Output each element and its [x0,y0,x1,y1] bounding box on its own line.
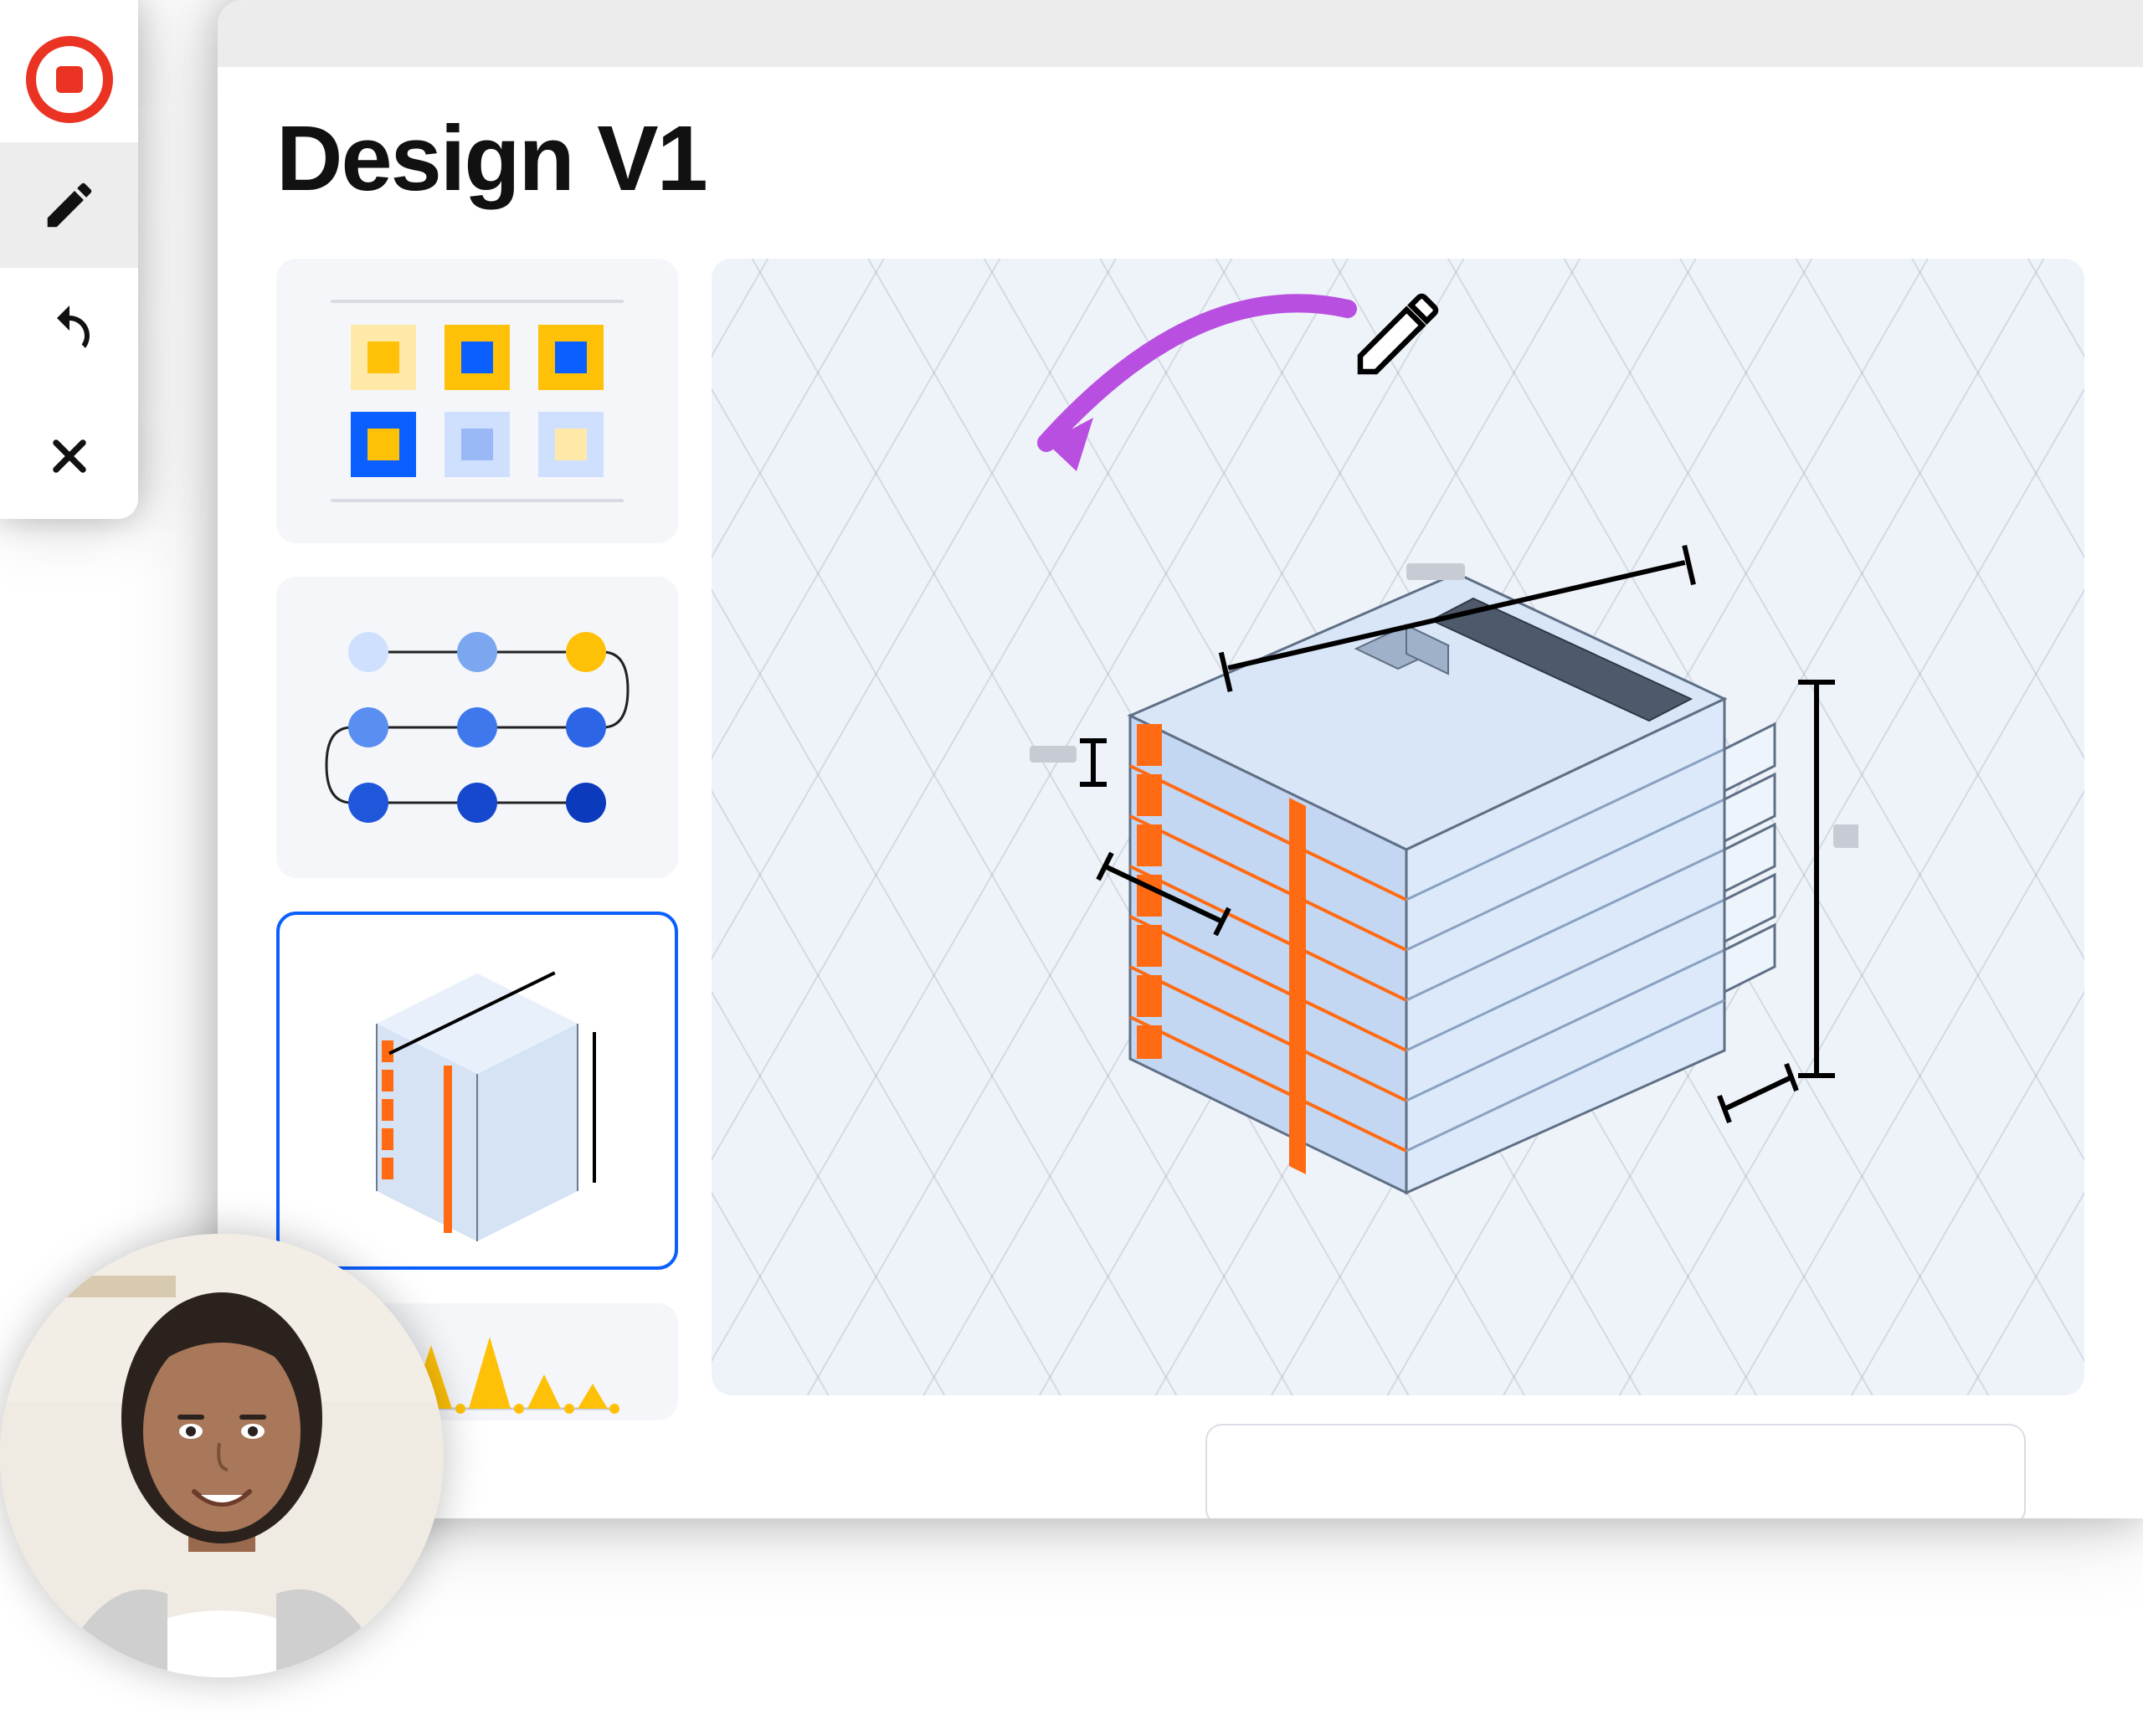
redo-button[interactable] [0,268,138,393]
annotation-pencil-icon [1348,284,1448,384]
edit-button[interactable] [0,142,138,268]
thumbnail-building[interactable] [276,912,678,1270]
window-titlebar [218,0,2143,67]
flow-diagram-icon [318,610,636,845]
caption-input[interactable] [1205,1424,2026,1518]
close-icon [43,429,96,483]
stop-record-icon [26,36,113,123]
avatar-image [0,1234,444,1677]
floating-toolbar [0,0,138,519]
redo-icon [39,300,100,361]
close-button[interactable] [0,393,138,519]
building-thumb-icon [318,940,636,1241]
thumbnail-swatches[interactable] [276,259,678,543]
design-window: Design V1 [218,0,2143,1518]
presenter-avatar [0,1234,444,1677]
building-model [938,473,1858,1226]
page-title: Design V1 [218,67,2143,250]
divider [331,499,624,502]
pencil-icon [40,176,99,234]
main-canvas[interactable] [712,259,2084,1395]
divider [331,300,624,303]
thumbnail-flow[interactable] [276,577,678,878]
record-button[interactable] [0,17,138,142]
